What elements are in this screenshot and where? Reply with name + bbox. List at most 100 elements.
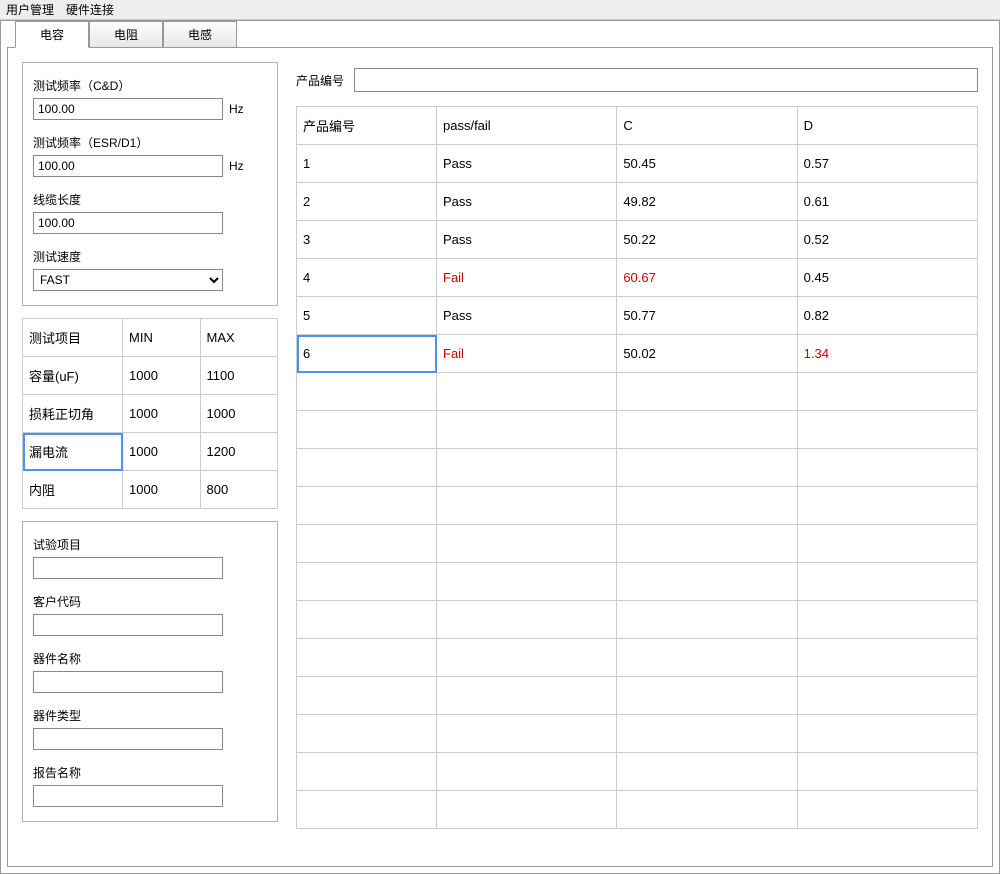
param-min-cell[interactable]: 1000 [123,395,201,433]
param-min-cell[interactable]: 1000 [123,471,201,509]
empty-cell[interactable] [297,601,437,639]
empty-cell[interactable] [617,639,797,677]
data-pf-cell[interactable]: Pass [437,297,617,335]
empty-cell[interactable] [297,411,437,449]
data-id-cell[interactable]: 4 [297,259,437,297]
empty-cell[interactable] [797,753,977,791]
empty-cell[interactable] [437,639,617,677]
param-name-cell[interactable]: 漏电流 [23,433,123,471]
param-max-cell[interactable]: 800 [200,471,278,509]
table-row[interactable]: 5Pass50.770.82 [297,297,978,335]
cable-len-input[interactable] [33,212,223,234]
data-d-cell[interactable]: 0.57 [797,145,977,183]
table-row-empty[interactable] [297,791,978,829]
test-item-input[interactable] [33,557,223,579]
tab-capacitor[interactable]: 电容 [15,21,89,48]
freq-esr-input[interactable] [33,155,223,177]
table-row-empty[interactable] [297,677,978,715]
data-c-cell[interactable]: 50.02 [617,335,797,373]
data-pf-cell[interactable]: Pass [437,221,617,259]
dev-type-input[interactable] [33,728,223,750]
empty-cell[interactable] [437,563,617,601]
empty-cell[interactable] [617,791,797,829]
table-row[interactable]: 3Pass50.220.52 [297,221,978,259]
empty-cell[interactable] [617,411,797,449]
param-name-cell[interactable]: 内阻 [23,471,123,509]
dev-name-input[interactable] [33,671,223,693]
data-d-cell[interactable]: 0.82 [797,297,977,335]
param-max-cell[interactable]: 1100 [200,357,278,395]
empty-cell[interactable] [437,487,617,525]
param-row[interactable]: 损耗正切角10001000 [23,395,278,433]
tab-resistor[interactable]: 电阻 [89,21,163,48]
empty-cell[interactable] [617,563,797,601]
empty-cell[interactable] [797,563,977,601]
empty-cell[interactable] [797,715,977,753]
data-d-cell[interactable]: 0.52 [797,221,977,259]
table-row[interactable]: 4Fail60.670.45 [297,259,978,297]
empty-cell[interactable] [797,791,977,829]
empty-cell[interactable] [797,487,977,525]
empty-cell[interactable] [437,525,617,563]
table-row-empty[interactable] [297,563,978,601]
empty-cell[interactable] [797,449,977,487]
table-row[interactable]: 6Fail50.021.34 [297,335,978,373]
table-row[interactable]: 1Pass50.450.57 [297,145,978,183]
data-c-cell[interactable]: 60.67 [617,259,797,297]
data-c-cell[interactable]: 50.22 [617,221,797,259]
table-row-empty[interactable] [297,449,978,487]
empty-cell[interactable] [797,525,977,563]
param-row[interactable]: 内阻1000800 [23,471,278,509]
empty-cell[interactable] [437,411,617,449]
data-pf-cell[interactable]: Fail [437,259,617,297]
empty-cell[interactable] [297,373,437,411]
empty-cell[interactable] [437,791,617,829]
data-pf-cell[interactable]: Pass [437,145,617,183]
data-d-cell[interactable]: 0.61 [797,183,977,221]
empty-cell[interactable] [297,715,437,753]
product-input[interactable] [354,68,978,92]
data-id-cell[interactable]: 1 [297,145,437,183]
menu-user-mgmt[interactable]: 用户管理 [6,1,54,18]
empty-cell[interactable] [297,791,437,829]
table-row-empty[interactable] [297,525,978,563]
table-row-empty[interactable] [297,601,978,639]
empty-cell[interactable] [617,677,797,715]
table-row-empty[interactable] [297,373,978,411]
empty-cell[interactable] [617,449,797,487]
report-name-input[interactable] [33,785,223,807]
data-c-cell[interactable]: 50.45 [617,145,797,183]
empty-cell[interactable] [437,715,617,753]
data-id-cell[interactable]: 3 [297,221,437,259]
param-name-cell[interactable]: 损耗正切角 [23,395,123,433]
data-d-cell[interactable]: 0.45 [797,259,977,297]
empty-cell[interactable] [797,411,977,449]
empty-cell[interactable] [297,525,437,563]
empty-cell[interactable] [617,715,797,753]
empty-cell[interactable] [617,487,797,525]
empty-cell[interactable] [617,601,797,639]
empty-cell[interactable] [437,601,617,639]
empty-cell[interactable] [297,753,437,791]
empty-cell[interactable] [297,639,437,677]
freq-cd-input[interactable] [33,98,223,120]
table-row[interactable]: 2Pass49.820.61 [297,183,978,221]
data-c-cell[interactable]: 50.77 [617,297,797,335]
table-row-empty[interactable] [297,753,978,791]
empty-cell[interactable] [797,601,977,639]
empty-cell[interactable] [297,563,437,601]
data-id-cell[interactable]: 2 [297,183,437,221]
empty-cell[interactable] [437,373,617,411]
empty-cell[interactable] [797,373,977,411]
param-name-cell[interactable]: 容量(uF) [23,357,123,395]
data-d-cell[interactable]: 1.34 [797,335,977,373]
empty-cell[interactable] [297,487,437,525]
speed-select[interactable]: FAST [33,269,223,291]
param-min-cell[interactable]: 1000 [123,433,201,471]
tab-inductor[interactable]: 电感 [163,21,237,48]
param-min-cell[interactable]: 1000 [123,357,201,395]
data-id-cell[interactable]: 6 [297,335,437,373]
empty-cell[interactable] [437,677,617,715]
empty-cell[interactable] [617,373,797,411]
param-row[interactable]: 容量(uF)10001100 [23,357,278,395]
